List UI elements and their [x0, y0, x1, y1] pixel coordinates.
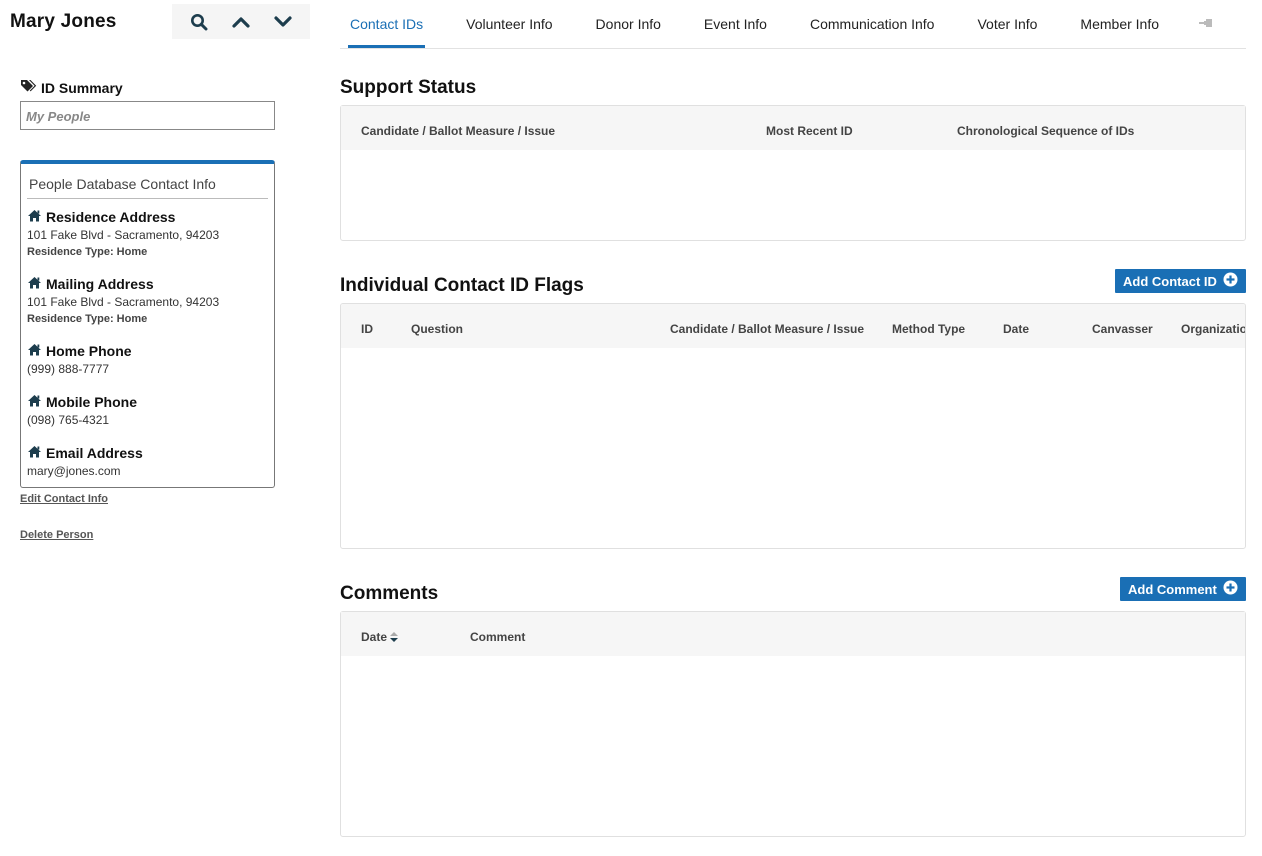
table-header: Date Comment — [341, 612, 1245, 656]
add-contact-id-button[interactable]: Add Contact ID — [1115, 269, 1246, 293]
residence-type: Residence Type: Home — [27, 246, 148, 258]
home-icon — [27, 276, 42, 292]
tab-voter-info[interactable]: Voter Info — [975, 0, 1039, 48]
home-icon — [27, 394, 42, 410]
column-header[interactable]: Candidate / Ballot Measure / Issue — [670, 322, 864, 336]
home-phone: Home Phone (999) 888-7777 — [27, 343, 268, 376]
mailing-residence-type: Residence Type: Home — [27, 313, 148, 325]
pin-icon[interactable] — [1198, 16, 1214, 37]
tab-volunteer-info[interactable]: Volunteer Info — [464, 0, 554, 48]
column-header[interactable]: Chronological Sequence of IDs — [957, 124, 1134, 138]
table-header: ID Question Candidate / Ballot Measure /… — [341, 304, 1245, 348]
column-header[interactable]: Organization — [1181, 322, 1245, 336]
email-address: Email Address mary@jones.com — [27, 445, 268, 478]
tab-contact-ids[interactable]: Contact IDs — [348, 0, 426, 48]
support-status-table: Candidate / Ballot Measure / Issue Most … — [340, 105, 1246, 241]
date-column-header[interactable]: Date — [361, 630, 399, 645]
column-header[interactable]: Method Type — [892, 322, 965, 336]
person-name: Mary Jones — [10, 11, 117, 32]
add-comment-label: Add Comment — [1128, 581, 1217, 597]
mailing-address: Mailing Address 101 Fake Blvd - Sacramen… — [27, 276, 268, 325]
column-header[interactable]: Question — [411, 322, 463, 336]
column-header[interactable]: Most Recent ID — [766, 124, 853, 138]
mobile-phone: Mobile Phone (098) 765-4321 — [27, 394, 268, 427]
home-phone-label: Home Phone — [46, 343, 132, 359]
id-summary-heading: ID Summary — [20, 79, 123, 96]
residence-address-line: 101 Fake Blvd - Sacramento, 94203 — [27, 228, 220, 242]
tab-donor-info[interactable]: Donor Info — [594, 0, 663, 48]
record-navigation — [172, 4, 310, 39]
search-icon[interactable] — [187, 10, 211, 34]
id-summary-label: ID Summary — [41, 79, 123, 96]
date-column-label: Date — [361, 630, 388, 644]
email-address-label: Email Address — [46, 445, 143, 461]
plus-circle-icon — [1223, 272, 1238, 290]
tab-bar: Contact IDs Volunteer Info Donor Info Ev… — [340, 0, 1246, 49]
contact-info-card: People Database Contact Info Residence A… — [20, 160, 275, 488]
comments-table: Date Comment — [340, 611, 1246, 837]
mobile-phone-value: (098) 765-4321 — [27, 413, 110, 427]
column-header[interactable]: Comment — [470, 630, 525, 644]
tab-event-info[interactable]: Event Info — [702, 0, 769, 48]
home-icon — [27, 209, 42, 225]
edit-contact-info-link[interactable]: Edit Contact Info — [20, 493, 108, 505]
add-comment-button[interactable]: Add Comment — [1120, 577, 1246, 601]
add-contact-id-label: Add Contact ID — [1123, 273, 1217, 289]
delete-person-link[interactable]: Delete Person — [20, 529, 93, 541]
id-summary-dropdown[interactable]: My People — [20, 101, 275, 130]
home-icon — [27, 343, 42, 359]
home-icon — [27, 445, 42, 461]
mobile-phone-label: Mobile Phone — [46, 394, 137, 410]
plus-circle-icon — [1223, 580, 1238, 598]
tab-member-info[interactable]: Member Info — [1078, 0, 1161, 48]
comments-title: Comments — [340, 583, 439, 604]
email-address-value: mary@jones.com — [27, 464, 121, 478]
column-header[interactable]: ID — [361, 322, 373, 336]
mailing-address-label: Mailing Address — [46, 276, 154, 292]
tab-communication-info[interactable]: Communication Info — [808, 0, 937, 48]
column-header[interactable]: Candidate / Ballot Measure / Issue — [361, 124, 555, 138]
residence-address-label: Residence Address — [46, 209, 176, 225]
column-header[interactable]: Canvasser — [1092, 322, 1153, 336]
contact-id-flags-table: ID Question Candidate / Ballot Measure /… — [340, 303, 1246, 549]
contact-card-title: People Database Contact Info — [27, 164, 268, 199]
residence-address: Residence Address 101 Fake Blvd - Sacram… — [27, 209, 268, 258]
home-phone-value: (999) 888-7777 — [27, 362, 110, 376]
chevron-down-icon[interactable] — [271, 10, 295, 34]
sort-icon[interactable] — [390, 631, 399, 645]
chevron-up-icon[interactable] — [229, 10, 253, 34]
tags-icon — [20, 79, 37, 96]
contact-id-flags-title: Individual Contact ID Flags — [340, 275, 584, 296]
column-header[interactable]: Date — [1003, 322, 1029, 336]
table-header: Candidate / Ballot Measure / Issue Most … — [341, 106, 1245, 150]
mailing-address-line: 101 Fake Blvd - Sacramento, 94203 — [27, 295, 220, 309]
support-status-title: Support Status — [340, 77, 477, 98]
